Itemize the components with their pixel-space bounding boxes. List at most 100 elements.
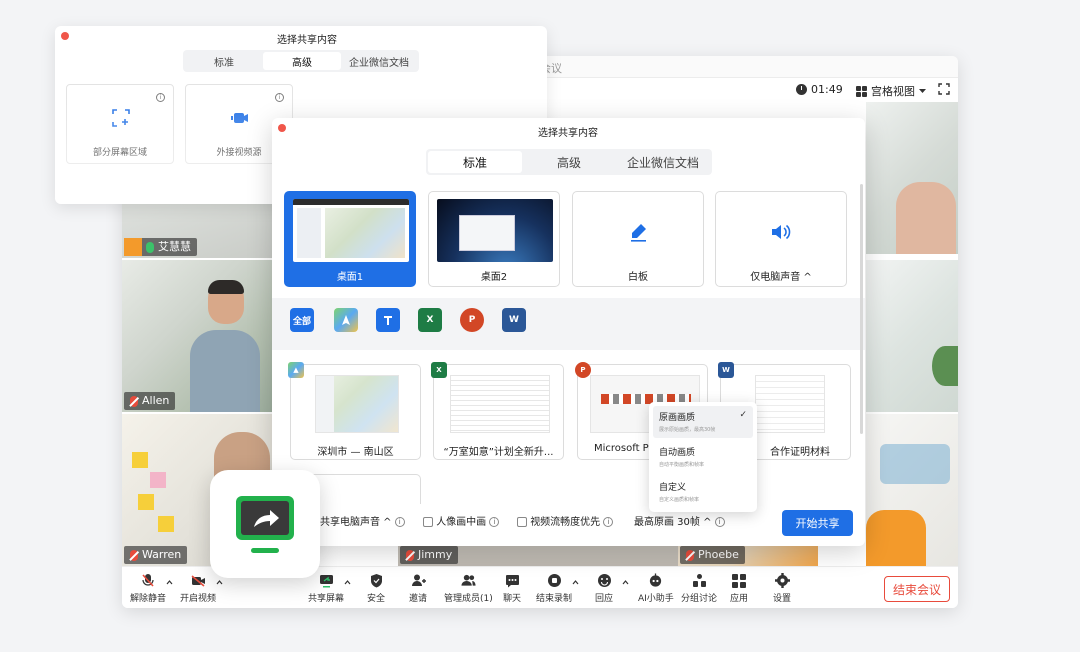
option-desc: 展示原始画质，最高30帧 xyxy=(659,427,716,433)
end-meeting-button[interactable]: 结束会议 xyxy=(884,576,950,602)
mic-muted-icon xyxy=(141,573,156,588)
window-label: 深圳市 — 南山区 xyxy=(317,447,394,458)
end-recording-button[interactable]: 结束录制 xyxy=(536,573,572,604)
camera-icon xyxy=(231,113,248,123)
chevron-up-icon[interactable] xyxy=(344,579,351,586)
close-dot-button[interactable] xyxy=(61,32,69,40)
partial-screen-card[interactable]: i 部分屏幕区域 xyxy=(66,84,174,164)
tab-standard[interactable]: 标准 xyxy=(428,151,522,173)
desktop-1-thumbnail xyxy=(293,199,409,262)
sticky-note xyxy=(138,494,154,510)
tab-bar: 标准 高级 企业微信文档 xyxy=(426,149,712,175)
checkbox[interactable] xyxy=(423,517,433,527)
apps-button[interactable]: 应用 xyxy=(730,573,748,604)
info-icon[interactable]: i xyxy=(275,93,284,102)
dialog-title: 选择共享内容 xyxy=(277,35,337,46)
settings-button[interactable]: 设置 xyxy=(773,573,791,604)
excel-icon: X xyxy=(431,362,447,378)
sticky-note xyxy=(150,472,166,488)
info-icon[interactable]: i xyxy=(489,517,500,527)
maps-icon[interactable] xyxy=(334,308,358,332)
computer-audio-only-card[interactable]: 仅电脑声音 ^ xyxy=(715,191,847,287)
crop-area-icon xyxy=(112,109,130,127)
window-card-maps[interactable]: ▲ 深圳市 — 南山区 xyxy=(288,362,421,460)
desktop-2-card[interactable]: 桌面2 xyxy=(428,191,560,287)
tab-wecom-docs[interactable]: 企业微信文档 xyxy=(341,52,417,70)
tab-wecom-docs[interactable]: 企业微信文档 xyxy=(616,151,710,173)
share-screen-app-icon xyxy=(210,470,320,578)
info-icon[interactable]: i xyxy=(394,517,405,527)
info-icon[interactable]: i xyxy=(156,93,165,102)
desktop-1-card[interactable]: 桌面1 xyxy=(284,191,416,287)
info-icon[interactable]: i xyxy=(603,517,614,527)
pencil-icon xyxy=(631,224,646,242)
security-button[interactable]: 安全 xyxy=(367,573,385,604)
invite-button[interactable]: 邀请 xyxy=(409,573,427,604)
window-thumbnail xyxy=(315,375,399,433)
quality-option-original[interactable]: 原画画质 展示原始画质，最高30帧 ✓ xyxy=(653,406,753,438)
reactions-label: 回应 xyxy=(595,594,614,604)
video-tile-right-bottom xyxy=(866,414,958,566)
participant-label: Allen xyxy=(124,392,176,410)
chevron-up-icon[interactable] xyxy=(572,579,579,586)
whiteboard-label: 白板 xyxy=(628,272,648,283)
quality-option-auto[interactable]: 自动画质 自动平衡画质和帧率 xyxy=(653,441,753,473)
invite-label: 邀请 xyxy=(409,594,428,604)
window-thumbnail xyxy=(755,375,825,433)
camera-off-icon xyxy=(190,573,206,588)
breakout-button[interactable]: 分组讨论 xyxy=(681,573,717,604)
quality-option-custom[interactable]: 自定义 自定义画质和帧率 xyxy=(653,476,753,508)
option-title: 原画画质 xyxy=(659,413,696,423)
info-icon[interactable]: i xyxy=(714,517,725,527)
whiteboard-card[interactable]: 白板 xyxy=(572,191,704,287)
scrollbar[interactable] xyxy=(860,184,863,434)
partial-screen-label: 部分屏幕区域 xyxy=(92,148,147,158)
window-card-excel[interactable]: X “万室如意”计划全新升... xyxy=(431,362,564,460)
tab-standard[interactable]: 标准 xyxy=(185,52,263,70)
share-screen-icon xyxy=(319,573,334,588)
checkbox[interactable] xyxy=(517,517,527,527)
share-screen-button[interactable]: 共享屏幕 xyxy=(308,573,344,604)
share-screen-label: 共享屏幕 xyxy=(308,594,345,604)
view-mode-button[interactable]: 宫格视图 xyxy=(856,83,926,99)
video-tile-right-mid xyxy=(866,260,958,412)
fullscreen-icon[interactable] xyxy=(938,83,950,95)
dialog-title: 选择共享内容 xyxy=(538,128,598,139)
manage-members-button[interactable]: 管理成员(1) xyxy=(444,573,493,604)
close-dot-button[interactable] xyxy=(278,124,286,132)
chat-button[interactable]: 聊天 xyxy=(503,573,521,604)
members-icon xyxy=(461,573,476,588)
share-screen-icon xyxy=(236,496,294,553)
tab-advanced[interactable]: 高级 xyxy=(522,151,616,173)
ai-assistant-button[interactable]: AI小助手 xyxy=(638,573,674,604)
excel-icon[interactable]: X xyxy=(418,308,442,332)
reactions-button[interactable]: 回应 xyxy=(595,573,613,604)
chevron-up-icon[interactable] xyxy=(622,579,629,586)
portrait-pip-option[interactable]: 人像画中画 i xyxy=(423,513,500,528)
filter-all[interactable]: 全部 xyxy=(290,308,314,332)
word-icon[interactable]: W xyxy=(502,308,526,332)
unmute-label: 解除静音 xyxy=(130,594,167,604)
tencent-meeting-icon[interactable] xyxy=(376,308,400,332)
chat-icon xyxy=(505,573,520,588)
video-smooth-option[interactable]: 视频流畅度优先 i xyxy=(517,513,614,528)
chevron-up-icon[interactable] xyxy=(166,579,173,586)
share-audio-option[interactable]: 共享电脑声音 ^ i xyxy=(320,513,405,528)
window-thumbnail xyxy=(450,375,550,433)
tab-advanced[interactable]: 高级 xyxy=(263,52,341,70)
mic-off-icon xyxy=(130,549,138,561)
breakout-icon xyxy=(692,573,707,588)
desktop-2-label: 桌面2 xyxy=(480,272,508,283)
option-title: 自定义 xyxy=(659,483,687,493)
option-title: 自动画质 xyxy=(659,448,696,458)
maps-icon: ▲ xyxy=(288,362,304,378)
participant-label: Warren xyxy=(124,546,188,564)
powerpoint-icon[interactable]: P xyxy=(460,308,484,332)
chevron-up-icon[interactable] xyxy=(216,579,223,586)
video-tile-allen: Allen xyxy=(122,260,272,412)
max-quality-dropdown[interactable]: 最高原画 30帧 ^ i xyxy=(634,513,725,528)
unmute-button[interactable]: 解除静音 xyxy=(130,573,166,604)
start-video-button[interactable]: 开启视频 xyxy=(180,573,216,604)
start-share-button[interactable]: 开始共享 xyxy=(782,510,853,536)
settings-label: 设置 xyxy=(773,594,792,604)
